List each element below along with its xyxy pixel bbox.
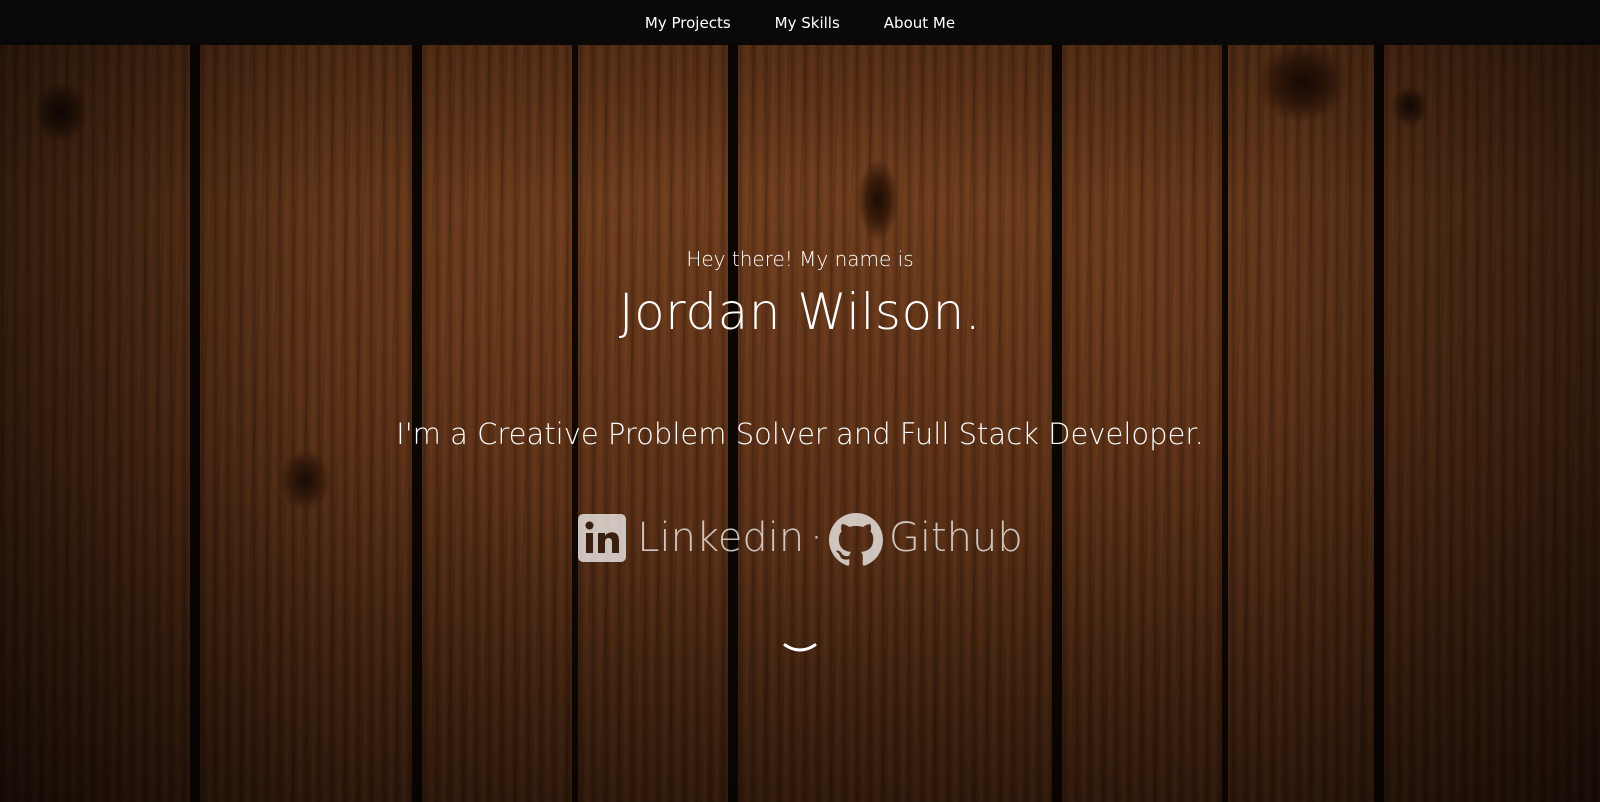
- page: My Projects My Skills About Me Hey there…: [0, 0, 1600, 802]
- hero-tagline: I'm a Creative Problem Solver and Full S…: [396, 417, 1204, 451]
- hero-name: Jordan Wilson.: [618, 283, 982, 341]
- github-icon: [828, 513, 883, 566]
- linkedin-link[interactable]: Linkedin: [577, 513, 804, 563]
- social-separator: ·: [810, 515, 823, 561]
- social-links: Linkedin · Github: [0, 513, 1600, 566]
- linkedin-icon: [577, 513, 627, 563]
- hero-section: Hey there! My name is Jordan Wilson. I'm…: [0, 45, 1600, 802]
- nav-item-my-skills[interactable]: My Skills: [775, 14, 840, 32]
- linkedin-label: Linkedin: [637, 515, 805, 561]
- nav-item-my-projects[interactable]: My Projects: [645, 14, 731, 32]
- nav-item-about-me[interactable]: About Me: [884, 14, 955, 32]
- github-label: Github: [888, 515, 1023, 561]
- github-link[interactable]: Github: [828, 513, 1023, 566]
- hero-greeting: Hey there! My name is: [686, 247, 914, 271]
- top-navbar: My Projects My Skills About Me: [0, 0, 1600, 45]
- chevron-down-icon: [783, 642, 817, 661]
- scroll-down-button[interactable]: [783, 641, 817, 657]
